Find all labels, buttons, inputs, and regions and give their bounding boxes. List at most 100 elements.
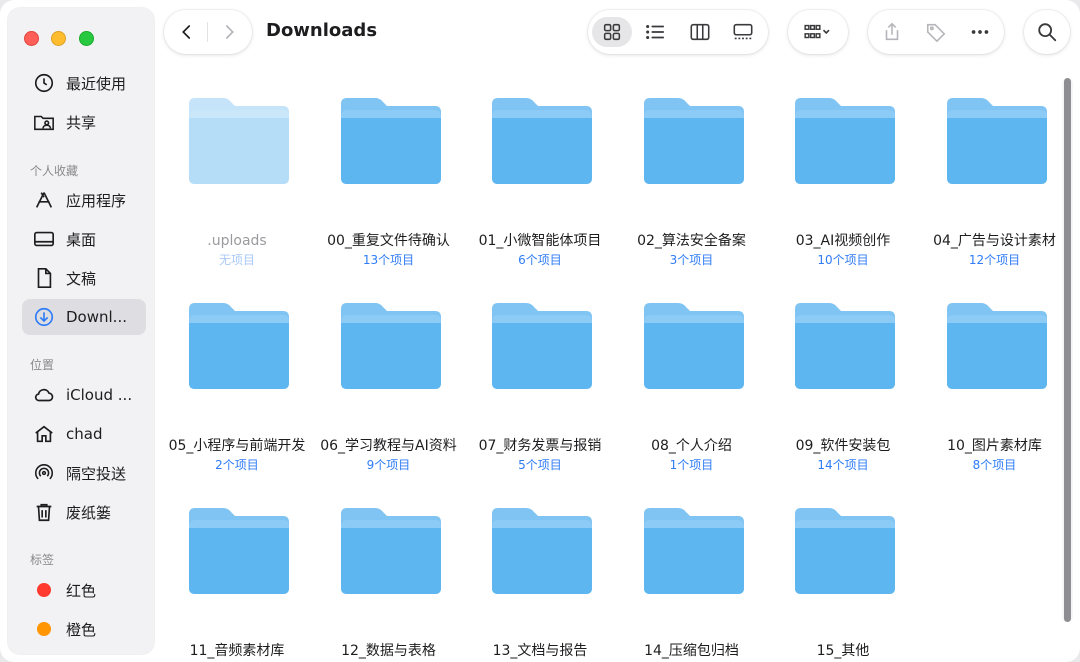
sidebar-item-label: 共享	[66, 113, 97, 132]
folder-icon	[340, 98, 441, 184]
applications-icon	[32, 188, 56, 212]
folder-icon	[946, 98, 1047, 184]
minimize-window-button[interactable]	[51, 31, 66, 46]
search-group	[1024, 10, 1070, 54]
folder-item[interactable]: 03_AI视频创作 10个项目	[767, 94, 919, 284]
zoom-window-button[interactable]	[79, 31, 94, 46]
scrollbar-thumb[interactable]	[1064, 78, 1071, 622]
chevron-left-icon	[182, 25, 191, 39]
folder-name: 01_小微智能体项目	[478, 233, 602, 249]
gallery-icon	[733, 23, 753, 40]
share-icon	[885, 22, 899, 41]
folder-item[interactable]: 04_广告与设计素材 12个项目	[919, 94, 1071, 284]
search-icon	[1038, 23, 1057, 42]
icon-view-button[interactable]	[592, 17, 632, 47]
folder-name: 07_财务发票与报销	[478, 438, 602, 454]
folder-name: 05_小程序与前端开发	[168, 438, 306, 454]
folder-name: 04_广告与设计素材	[933, 233, 1056, 249]
trash-icon	[32, 500, 56, 524]
sidebar-item-shared[interactable]: 共享	[22, 104, 146, 140]
folder-icon	[492, 98, 592, 184]
back-button[interactable]	[175, 20, 199, 44]
columns-icon	[690, 23, 710, 41]
vertical-scrollbar[interactable]	[1062, 78, 1073, 622]
cloud-icon	[32, 383, 56, 407]
navigation-group	[164, 10, 252, 54]
group-grid-icon	[804, 24, 830, 39]
folder-item[interactable]: 02_算法安全备案 3个项目	[616, 94, 768, 284]
group-by-button[interactable]	[796, 17, 840, 47]
folder-name: 10_图片素材库	[947, 438, 1042, 454]
folder-name: 13_文档与报告	[492, 643, 588, 659]
sidebar-item-icloud[interactable]: iCloud ...	[22, 377, 146, 413]
folder-item[interactable]: 14_压缩包归档2个项目	[616, 504, 768, 662]
folder-item[interactable]: 07_财务发票与报销 5个项目	[464, 299, 616, 489]
desktop-icon	[32, 227, 56, 251]
sidebar-item-label: 文稿	[66, 269, 97, 288]
folder-item[interactable]: 09_软件安装包 14个项目	[767, 299, 919, 489]
sidebar-item-tag-red[interactable]: 红色	[22, 572, 146, 608]
ellipsis-icon	[971, 30, 989, 34]
search-button[interactable]	[1027, 17, 1067, 47]
folder-icon	[189, 98, 289, 184]
sidebar-item-downloads[interactable]: Downl...	[22, 299, 146, 335]
home-icon	[32, 422, 56, 446]
sidebar-item-tag-orange[interactable]: 橙色	[22, 611, 146, 647]
sidebar-section-locations: 位置	[30, 358, 55, 372]
actions-group	[868, 10, 1004, 54]
folder-item[interactable]: 05_小程序与前端开发 2个项目	[161, 299, 313, 489]
clock-icon	[32, 71, 56, 95]
gallery-view-button[interactable]	[723, 17, 763, 47]
sidebar-item-airdrop[interactable]: 隔空投送	[22, 455, 146, 491]
folder-icon	[795, 508, 895, 594]
group-by-group	[788, 10, 848, 54]
folder-icon	[643, 508, 744, 594]
folder-item[interactable]: 12_数据与表格3个项目	[313, 504, 465, 662]
folder-name: 14_压缩包归档	[644, 643, 739, 659]
sidebar-item-desktop[interactable]: 桌面	[22, 221, 146, 257]
tag-button[interactable]	[916, 17, 956, 47]
sidebar-item-recents[interactable]: 最近使用	[22, 65, 146, 101]
folder-item[interactable]: 11_音频素材库4个项目	[161, 504, 313, 662]
folder-item[interactable]: 10_图片素材库 8个项目	[919, 299, 1071, 489]
folder-icon	[492, 508, 592, 594]
folder-item[interactable]: .uploads 无项目	[161, 94, 313, 284]
forward-button[interactable]	[217, 20, 241, 44]
list-view-button[interactable]	[635, 17, 675, 47]
column-view-button[interactable]	[680, 17, 720, 47]
folder-item[interactable]: 00_重复文件待确认 13个项目	[313, 94, 465, 284]
sidebar-item-home[interactable]: chad	[22, 416, 146, 452]
red-tag-dot-icon	[37, 583, 51, 597]
folder-item-count: 8个项目	[972, 458, 1017, 472]
sidebar-section-tags: 标签	[30, 553, 55, 567]
sidebar-item-trash[interactable]: 废纸篓	[22, 494, 146, 530]
folder-item[interactable]: 13_文档与报告4个项目	[464, 504, 616, 662]
folder-name: 00_重复文件待确认	[327, 233, 450, 249]
folder-item-count: 5个项目	[518, 458, 562, 472]
folder-name: 08_个人介绍	[651, 438, 732, 454]
folder-item[interactable]: 15_其他4个项目	[767, 504, 919, 662]
sidebar-item-applications[interactable]: 应用程序	[22, 182, 146, 218]
folder-icon	[643, 98, 744, 184]
sidebar-item-label: Downl...	[66, 308, 127, 326]
folder-item[interactable]: 06_学习教程与AI资料 9个项目	[313, 299, 465, 489]
sidebar-item-label: 桌面	[66, 230, 97, 249]
folder-item-count: 12个项目	[968, 253, 1021, 267]
tag-icon	[926, 23, 946, 43]
folder-name: 02_算法安全备案	[637, 233, 746, 249]
list-icon	[646, 24, 665, 40]
sidebar-item-documents[interactable]: 文稿	[22, 260, 146, 296]
folder-name: 09_软件安装包	[795, 438, 891, 454]
folder-item-count: 9个项目	[366, 458, 411, 472]
folder-item-count: 1个项目	[669, 458, 714, 472]
sidebar-section-favorites: 个人收藏	[30, 164, 79, 178]
close-window-button[interactable]	[24, 31, 39, 46]
share-button[interactable]	[872, 17, 912, 47]
folder-name: 06_学习教程与AI资料	[320, 438, 457, 454]
folder-icon	[492, 303, 592, 389]
folder-item[interactable]: 08_个人介绍 1个项目	[616, 299, 768, 489]
folder-icon	[189, 303, 289, 389]
more-button[interactable]	[960, 17, 1000, 47]
folder-item[interactable]: 01_小微智能体项目 6个项目	[464, 94, 616, 284]
sidebar-item-label: 橙色	[66, 620, 97, 639]
